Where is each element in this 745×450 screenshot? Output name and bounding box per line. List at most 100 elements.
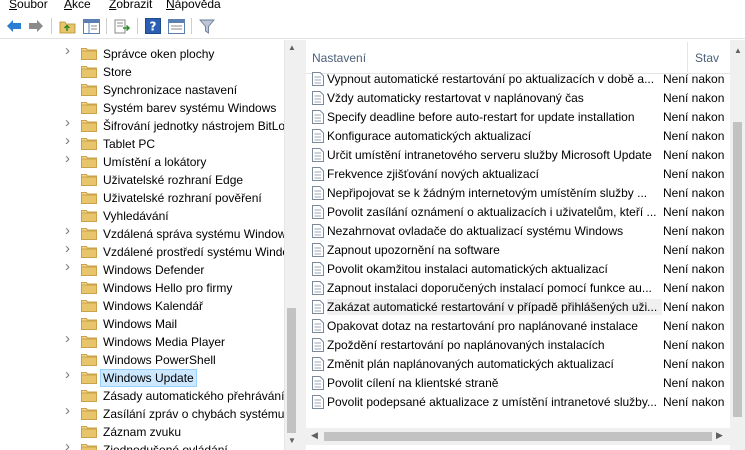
chevron-right-icon[interactable]: › [65,133,75,148]
policy-setting-icon [312,395,324,409]
filter-icon[interactable] [198,17,216,35]
setting-row[interactable]: Zapnout instalaci doporučených instalací… [306,279,730,298]
tree-item[interactable]: Systém barev systému Windows [0,99,284,117]
setting-row[interactable]: Vypnout automatické restartování po aktu… [306,70,730,89]
chevron-right-icon[interactable]: › [65,439,75,450]
setting-state: Není nakon [663,110,725,124]
setting-row[interactable]: Změnit plán naplánovaných automatických … [306,355,730,374]
export-list-icon[interactable] [113,17,131,35]
scrollbar-thumb[interactable] [324,432,712,441]
pane-splitter[interactable] [298,40,306,450]
tree-item-label: Uživatelské rozhraní Edge [103,173,244,187]
chevron-right-icon[interactable]: › [65,403,75,418]
setting-row[interactable]: Opakovat dotaz na restartování pro naplá… [306,317,730,336]
tree-item[interactable]: › Zasílání zpráv o chybách systému [0,403,284,423]
setting-row[interactable]: Nezahrnovat ovladače do aktualizací syst… [306,222,730,241]
back-icon[interactable] [5,17,23,35]
setting-name: Nezahrnovat ovladače do aktualizací syst… [327,224,624,238]
scroll-left-arrow-icon[interactable]: ◀ [311,430,318,441]
tree-item[interactable]: Uživatelské rozhraní Edge [0,171,284,189]
setting-row[interactable]: Zapnout upozornění na software Není nakon [306,241,730,260]
tree-item-label: Systém barev systému Windows [103,101,277,115]
column-header-name[interactable]: Nastavení [312,51,366,65]
tree-item[interactable]: › Vzdálená správa systému Window [0,223,284,243]
toolbar: ? [0,14,745,39]
tree-item[interactable]: Store [0,63,284,81]
policy-setting-icon [312,319,324,333]
setting-row[interactable]: Frekvence zjišťování nových aktualizací N… [306,165,730,184]
setting-row[interactable]: Určit umístění intranetového serveru slu… [306,146,730,165]
tree-item[interactable]: › Vzdálené prostředí systému Windo [0,241,284,261]
setting-row[interactable]: Povolit podepsané aktualizace z umístění… [306,393,730,412]
setting-row[interactable]: Specify deadline before auto-restart for… [306,108,730,127]
tree-item[interactable]: Uživatelské rozhraní pověření [0,189,284,207]
chevron-right-icon[interactable]: › [65,151,75,166]
tree-item[interactable]: › Správce oken plochy [0,43,284,63]
chevron-right-icon[interactable]: › [65,115,75,130]
menu-napoveda[interactable]: Nápověda [166,0,221,12]
tree-item[interactable]: Záznam zvuku [0,423,284,441]
chevron-right-icon[interactable]: › [65,43,75,58]
scroll-down-arrow-icon[interactable]: ▼ [288,436,296,445]
policy-setting-icon [312,186,324,200]
chevron-right-icon[interactable]: › [65,223,75,238]
setting-name: Určit umístění intranetového serveru slu… [327,148,652,162]
menu-soubor[interactable]: Soubor [9,0,48,12]
tree-item[interactable]: › Tablet PC [0,133,284,153]
tree-item[interactable]: › Windows Update [0,367,284,387]
toolbar-separator [51,18,52,34]
setting-row[interactable]: Nepřipojovat se k žádným internetovým um… [306,184,730,203]
tree-item[interactable]: › Zjednodušené ovládání [0,439,284,450]
setting-name: Změnit plán naplánovaných automatických … [327,357,614,371]
tree-item[interactable]: › Šifrování jednotky nástrojem BitLo [0,115,284,135]
tree-item[interactable]: Windows Kalendář [0,297,284,315]
setting-row[interactable]: Povolit okamžitou instalaci automatickýc… [306,260,730,279]
tree-item[interactable]: › Umístění a lokátory [0,151,284,171]
folder-icon [81,47,97,60]
tree-item[interactable]: › Windows Defender [0,259,284,279]
menu-akce[interactable]: Akce [64,0,91,12]
show-hide-tree-icon[interactable] [82,17,100,35]
tree-item[interactable]: Vyhledávání [0,207,284,225]
forward-icon[interactable] [27,17,45,35]
properties-icon[interactable] [167,17,185,35]
chevron-right-icon[interactable]: › [65,367,75,382]
list-vertical-scrollbar[interactable]: ▲ [730,40,745,435]
policy-setting-icon [312,110,324,124]
setting-name: Vždy automaticky restartovat v naplánova… [327,91,584,105]
setting-row[interactable]: Zpoždění restartování po naplánovaných i… [306,336,730,355]
tree-item[interactable]: Windows Mail [0,315,284,333]
setting-state: Není nakon [663,72,725,86]
scroll-right-arrow-icon[interactable]: ▶ [716,430,723,441]
column-header-state[interactable]: Stav [695,51,719,65]
svg-text:?: ? [150,20,157,34]
chevron-right-icon[interactable]: › [65,331,75,346]
folder-icon [81,353,97,366]
tree-item[interactable]: Zásady automatického přehrávání [0,387,284,405]
tree-item[interactable]: › Windows Media Player [0,331,284,351]
setting-row[interactable]: Zakázat automatické restartování v přípa… [306,298,730,317]
scroll-up-arrow-icon[interactable]: ▲ [288,43,296,52]
setting-row[interactable]: Povolit zasílání oznámení o aktualizacíc… [306,203,730,222]
setting-row[interactable]: Konfigurace automatických aktualizací Nen… [306,127,730,146]
tree-item[interactable]: Windows Hello pro firmy [0,279,284,297]
scroll-up-arrow-icon[interactable]: ▲ [734,46,742,55]
help-icon[interactable]: ? [144,17,162,35]
setting-row[interactable]: Vždy automaticky restartovat v naplánova… [306,89,730,108]
tree-item[interactable]: Windows PowerShell [0,351,284,369]
tree-item[interactable]: Synchronizace nastavení [0,81,284,99]
list-horizontal-scrollbar[interactable]: ◀ ▶ [306,428,730,445]
policy-setting-icon [312,243,324,257]
folder-icon [81,281,97,294]
tree-vertical-scrollbar[interactable]: ▲ ▼ [284,40,298,450]
folder-icon [81,209,97,222]
scrollbar-thumb[interactable] [287,308,296,433]
setting-state: Není nakon [663,167,725,181]
setting-row[interactable]: Povolit cílení na klientské straně Není n… [306,374,730,393]
menu-zobrazit[interactable]: Zobrazit [109,0,152,12]
chevron-right-icon[interactable]: › [65,241,75,256]
up-folder-icon[interactable] [58,17,76,35]
chevron-right-icon[interactable]: › [65,259,75,274]
column-separator[interactable] [687,42,688,72]
scrollbar-thumb[interactable] [733,122,742,417]
